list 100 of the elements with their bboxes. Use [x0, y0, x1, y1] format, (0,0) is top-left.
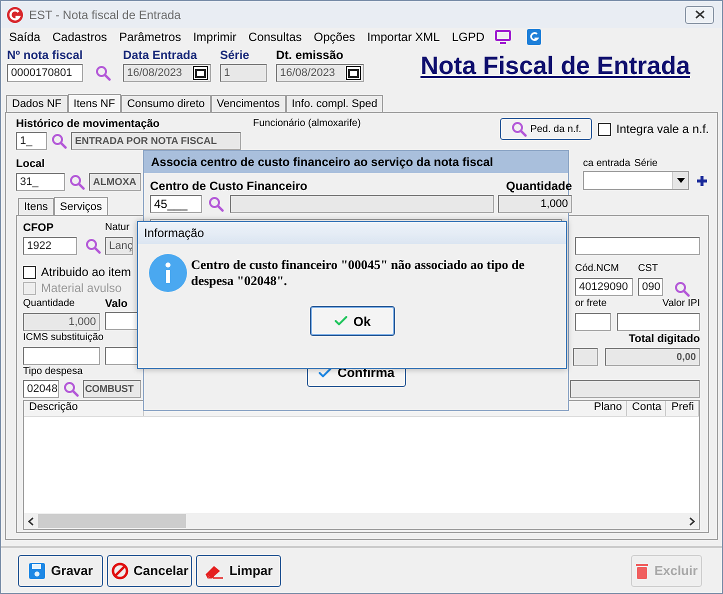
- input-field[interactable]: [105, 312, 139, 330]
- checkbox[interactable]: [598, 122, 612, 136]
- menu-item[interactable]: LGPD: [446, 30, 491, 44]
- field-label: Histórico de movimentação: [16, 118, 161, 131]
- menu-item[interactable]: Opções: [308, 30, 362, 44]
- checkbox-label: Integra vale a n.f.: [616, 122, 709, 136]
- window-title: EST - Nota fiscal de Entrada: [29, 8, 182, 22]
- menu-item[interactable]: Saída: [3, 30, 46, 44]
- cancel-button[interactable]: Cancelar: [107, 554, 192, 586]
- field-label: Dt. emissão: [276, 48, 344, 62]
- input-field[interactable]: [230, 195, 494, 213]
- tab[interactable]: Consumo direto: [121, 95, 211, 112]
- input-field[interactable]: ENTRADA POR NOTA FISCAL: [71, 132, 241, 150]
- search-icon[interactable]: [674, 281, 690, 297]
- input-field[interactable]: [23, 347, 100, 365]
- input-field[interactable]: 1922: [23, 237, 77, 255]
- tab[interactable]: Dados NF: [6, 95, 68, 112]
- search-icon[interactable]: [51, 133, 67, 149]
- search-icon[interactable]: [69, 174, 85, 190]
- monitor-icon[interactable]: [494, 30, 511, 44]
- document-app-icon[interactable]: [526, 29, 541, 45]
- search-icon[interactable]: [95, 65, 111, 81]
- plus-icon[interactable]: [697, 176, 707, 186]
- tab[interactable]: Serviços: [54, 197, 108, 216]
- menu-item[interactable]: Cadastros: [46, 30, 114, 44]
- input-field[interactable]: 31_: [16, 173, 65, 191]
- field-label: Série: [220, 48, 250, 62]
- calendar-icon[interactable]: [346, 66, 361, 80]
- column-header[interactable]: Prefi: [666, 401, 699, 416]
- order-button[interactable]: Ped. da n.f.: [500, 118, 592, 140]
- input-field[interactable]: 1: [220, 64, 267, 82]
- field-label: or frete: [575, 298, 608, 311]
- field-label: CFOP: [23, 222, 55, 235]
- input-field[interactable]: [105, 347, 139, 365]
- tab[interactable]: Vencimentos: [210, 95, 286, 112]
- checkbox-label: Material avulso: [41, 281, 122, 295]
- input-field[interactable]: [573, 348, 598, 366]
- scrollbar[interactable]: [24, 513, 699, 529]
- field-label: Valo: [105, 298, 129, 311]
- field-label: ca entrada: [583, 158, 630, 171]
- tab[interactable]: Info. compl. Sped: [286, 95, 384, 112]
- tab[interactable]: Itens NF: [68, 94, 122, 113]
- chevron-right-icon[interactable]: [689, 516, 695, 526]
- field-label: Série: [634, 158, 658, 171]
- input-field[interactable]: 02048: [23, 380, 59, 398]
- input-field[interactable]: 0000170801: [7, 64, 83, 82]
- input-field[interactable]: 45___: [150, 195, 202, 213]
- input-field[interactable]: [575, 237, 700, 255]
- chevron-left-icon[interactable]: [28, 516, 34, 526]
- date-field[interactable]: 16/08/2023: [123, 64, 211, 82]
- input-field[interactable]: [575, 313, 611, 331]
- column-header[interactable]: Conta: [627, 401, 666, 416]
- input-field[interactable]: COMBUST: [83, 380, 141, 398]
- clear-button[interactable]: Limpar: [196, 554, 281, 586]
- close-icon[interactable]: [694, 10, 704, 19]
- checkbox[interactable]: [23, 266, 36, 278]
- input-field[interactable]: 1,000: [498, 195, 572, 213]
- date-value: 16/08/2023: [280, 67, 336, 79]
- tab[interactable]: Itens: [18, 198, 54, 215]
- menu-item[interactable]: Importar XML: [361, 30, 446, 44]
- field-label: Local: [16, 158, 46, 171]
- date-value: 16/08/2023: [127, 67, 182, 79]
- column-header[interactable]: Plano: [588, 401, 628, 416]
- save-button[interactable]: Gravar: [18, 554, 103, 586]
- field-label: Cód.NCM: [575, 263, 620, 276]
- date-field[interactable]: 16/08/2023: [276, 64, 364, 82]
- input-field[interactable]: 1,000: [23, 313, 100, 331]
- calendar-icon[interactable]: [193, 66, 208, 80]
- search-icon[interactable]: [85, 238, 101, 254]
- search-icon[interactable]: [511, 121, 528, 137]
- field-label: Data Entrada: [123, 48, 198, 62]
- field-label: Tipo despesa: [23, 366, 84, 378]
- input-field[interactable]: ALMOXA: [89, 173, 141, 191]
- search-icon[interactable]: [208, 196, 224, 212]
- info-icon: [149, 254, 187, 292]
- field-label: Total digitado: [628, 333, 700, 346]
- menu-item[interactable]: Imprimir: [187, 30, 242, 44]
- input-field[interactable]: 090: [638, 278, 663, 296]
- input-field[interactable]: 0,00: [605, 348, 700, 366]
- caret-icon[interactable]: [676, 178, 684, 183]
- field-label: Quantidade: [506, 179, 572, 194]
- dialog-title: Associa centro de custo financeiro ao serviço da nota fiscal: [144, 151, 568, 173]
- field-label: Quantidade: [23, 298, 76, 311]
- field-label: ICMS substituição: [23, 332, 105, 345]
- close-button[interactable]: [685, 6, 714, 24]
- menu-item[interactable]: Parâmetros: [113, 30, 188, 44]
- input-field[interactable]: [617, 313, 700, 331]
- trash-icon: [635, 562, 650, 580]
- field-label: Centro de Custo Financeiro: [150, 179, 308, 194]
- page-title: Nota Fiscal de Entrada: [420, 52, 690, 81]
- input-field[interactable]: 40129090: [575, 278, 633, 296]
- menu-item[interactable]: Consultas: [242, 30, 308, 44]
- input-field[interactable]: [570, 380, 700, 398]
- field-label: CST: [638, 263, 659, 276]
- message-text: Centro de custo financeiro "00045" não associado ao tipo de despesa "02048".: [191, 257, 526, 289]
- prohibited-icon: [110, 562, 129, 580]
- field-label: Funcionário (almoxarife): [253, 118, 361, 131]
- input-field[interactable]: 1_: [16, 132, 47, 150]
- search-icon[interactable]: [63, 381, 79, 397]
- ok-button[interactable]: Ok: [310, 306, 394, 336]
